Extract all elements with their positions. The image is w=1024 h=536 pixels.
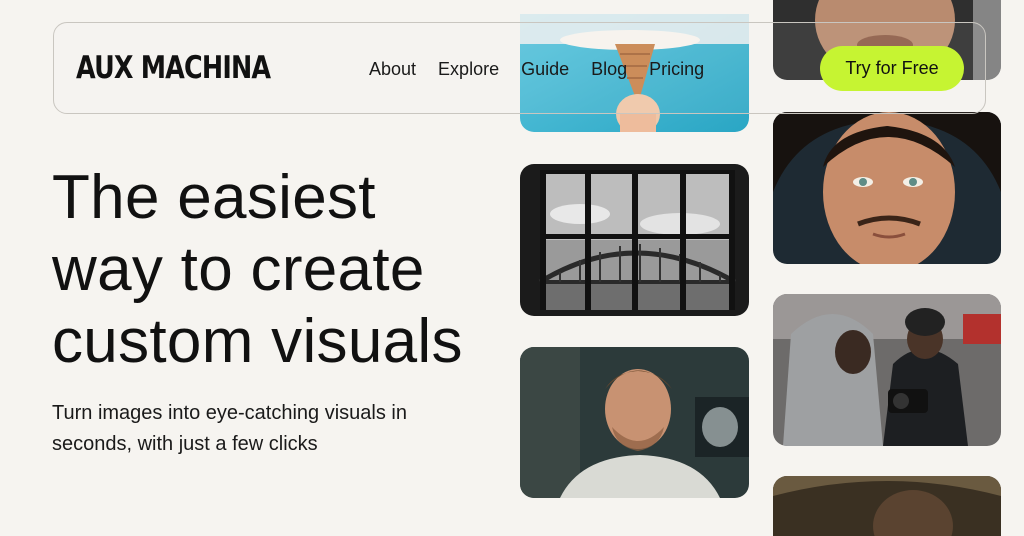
hero-title-line: The easiest: [52, 163, 376, 232]
navbar: AUX MACHINA About Explore Guide Blog Pri…: [53, 22, 986, 114]
photographers-street-image: [773, 294, 1001, 446]
hero-subtitle: Turn images into eye-catching visuals in…: [52, 398, 472, 460]
hero-title-line: custom visuals: [52, 307, 463, 376]
nav-link-guide[interactable]: Guide: [521, 59, 569, 80]
nav-link-about[interactable]: About: [369, 59, 416, 80]
nav-link-explore[interactable]: Explore: [438, 59, 499, 80]
nav-link-pricing[interactable]: Pricing: [649, 59, 704, 80]
hero-subtitle-line: Turn images into eye-catching visuals in: [52, 402, 407, 424]
bridge-through-window-image: [520, 164, 749, 316]
dramatic-portrait-image: [773, 476, 1001, 536]
nav-link-blog[interactable]: Blog: [591, 59, 627, 80]
hero-subtitle-line: seconds, with just a few clicks: [52, 433, 318, 455]
hero-title: The easiest way to create custom visuals: [52, 162, 512, 378]
freckled-man-portrait-image: [773, 112, 1001, 264]
logo[interactable]: AUX MACHINA: [76, 50, 271, 86]
try-for-free-button[interactable]: Try for Free: [820, 46, 964, 91]
hero-title-line: way to create: [52, 235, 425, 304]
nav-links: About Explore Guide Blog Pricing: [369, 59, 726, 80]
man-portrait-image: [520, 347, 749, 498]
